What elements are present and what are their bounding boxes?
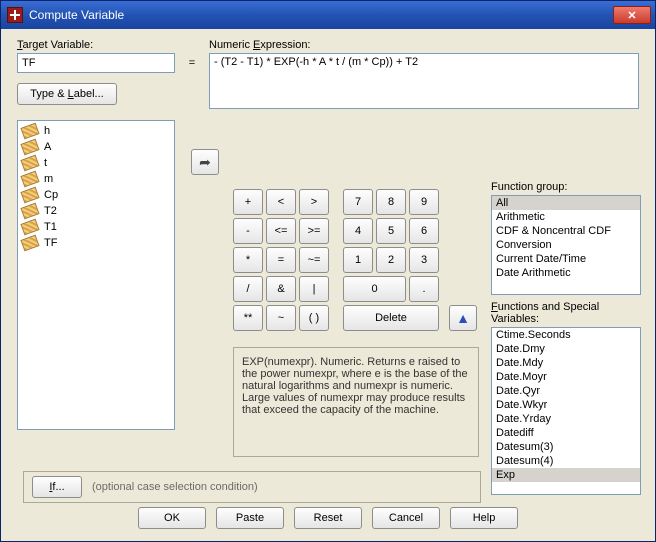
function-item[interactable]: Datesum(3)	[492, 440, 640, 454]
ruler-icon	[20, 171, 39, 188]
ruler-icon	[20, 187, 39, 204]
content: Target Variable: Type & Label... = Numer…	[1, 29, 655, 541]
keypad-key[interactable]: 1	[343, 247, 373, 273]
variable-item[interactable]: t	[20, 155, 172, 171]
target-variable-label: Target Variable:	[17, 39, 175, 51]
keypad-key[interactable]: 2	[376, 247, 406, 273]
target-variable-input[interactable]	[17, 53, 175, 73]
ruler-icon	[20, 203, 39, 220]
ruler-icon	[20, 123, 39, 140]
variable-item[interactable]: T2	[20, 203, 172, 219]
ruler-icon	[20, 219, 39, 236]
keypad-key[interactable]: 5	[376, 218, 406, 244]
variable-name: T2	[44, 205, 57, 217]
keypad: +<>789 -<=>= 456 *=~= 123 /&| 0. **~( ) Delete	[233, 189, 439, 331]
function-group-item[interactable]: Current Date/Time	[492, 252, 640, 266]
numeric-expression-label: Numeric Expression:	[209, 39, 639, 51]
type-label-button[interactable]: Type & Label...	[17, 83, 117, 105]
help-button[interactable]: Help	[450, 507, 518, 529]
keypad-key[interactable]: **	[233, 305, 263, 331]
function-item[interactable]: Date.Dmy	[492, 342, 640, 356]
equals-sign: =	[183, 39, 201, 69]
keypad-key[interactable]: <	[266, 189, 296, 215]
keypad-key[interactable]: 7	[343, 189, 373, 215]
keypad-key[interactable]: .	[409, 276, 439, 302]
keypad-key[interactable]: +	[233, 189, 263, 215]
paste-button[interactable]: Paste	[216, 507, 284, 529]
function-item[interactable]: Date.Wkyr	[492, 398, 640, 412]
close-button[interactable]: ✕	[613, 6, 651, 24]
function-item[interactable]: Ctime.Seconds	[492, 328, 640, 342]
keypad-key[interactable]: =	[266, 247, 296, 273]
function-item[interactable]: Datediff	[492, 426, 640, 440]
keypad-key[interactable]: 6	[409, 218, 439, 244]
function-group-item[interactable]: All	[492, 196, 640, 210]
move-to-expression-button[interactable]: ➦	[191, 149, 219, 175]
variable-name: h	[44, 125, 50, 137]
cancel-button[interactable]: Cancel	[372, 507, 440, 529]
keypad-key[interactable]: ( )	[299, 305, 329, 331]
keypad-key[interactable]: |	[299, 276, 329, 302]
keypad-key[interactable]: -	[233, 218, 263, 244]
if-button[interactable]: If...	[32, 476, 82, 498]
variable-name: t	[44, 157, 47, 169]
ruler-icon	[20, 235, 39, 252]
function-item[interactable]: Date.Yrday	[492, 412, 640, 426]
variable-name: A	[44, 141, 51, 153]
keypad-key[interactable]: 8	[376, 189, 406, 215]
function-item[interactable]: Date.Moyr	[492, 370, 640, 384]
function-group-item[interactable]: Date Arithmetic	[492, 266, 640, 280]
ok-button[interactable]: OK	[138, 507, 206, 529]
variable-name: Cp	[44, 189, 58, 201]
keypad-key[interactable]: 0	[343, 276, 406, 302]
keypad-key[interactable]: >	[299, 189, 329, 215]
functions-special-label: Functions and Special Variables:	[491, 301, 641, 325]
variable-name: m	[44, 173, 53, 185]
window: Compute Variable ✕ Target Variable: Type…	[0, 0, 656, 542]
keypad-key[interactable]: <=	[266, 218, 296, 244]
ruler-icon	[20, 139, 39, 156]
variable-item[interactable]: A	[20, 139, 172, 155]
app-icon	[7, 7, 23, 23]
function-item[interactable]: Date.Mdy	[492, 356, 640, 370]
reset-button[interactable]: Reset	[294, 507, 362, 529]
keypad-key[interactable]: ~=	[299, 247, 329, 273]
if-condition-text: (optional case selection condition)	[92, 481, 258, 493]
variable-name: T1	[44, 221, 57, 233]
function-item[interactable]: Exp	[492, 468, 640, 482]
variable-item[interactable]: m	[20, 171, 172, 187]
keypad-key[interactable]: Delete	[343, 305, 439, 331]
bottom-buttons: OK Paste Reset Cancel Help	[1, 507, 655, 529]
keypad-key[interactable]: 3	[409, 247, 439, 273]
keypad-key[interactable]: 9	[409, 189, 439, 215]
keypad-key[interactable]: &	[266, 276, 296, 302]
variable-item[interactable]: TF	[20, 235, 172, 251]
variable-list[interactable]: hAtm Cp T2 T1 TF	[17, 120, 175, 430]
variable-item[interactable]: h	[20, 123, 172, 139]
function-group-list[interactable]: AllArithmeticCDF & Noncentral CDFConvers…	[491, 195, 641, 295]
if-row: If... (optional case selection condition…	[23, 471, 481, 503]
function-help-text: EXP(numexpr). Numeric. Returns e raised …	[233, 347, 479, 457]
ruler-icon	[20, 155, 39, 172]
keypad-key[interactable]: >=	[299, 218, 329, 244]
function-group-item[interactable]: CDF & Noncentral CDF	[492, 224, 640, 238]
function-item[interactable]: Date.Qyr	[492, 384, 640, 398]
keypad-key[interactable]: *	[233, 247, 263, 273]
keypad-key[interactable]: 4	[343, 218, 373, 244]
variable-name: TF	[44, 237, 57, 249]
function-item[interactable]: Datesum(4)	[492, 454, 640, 468]
functions-list[interactable]: Ctime.SecondsDate.DmyDate.MdyDate.MoyrDa…	[491, 327, 641, 495]
function-group-item[interactable]: Arithmetic	[492, 210, 640, 224]
function-group-item[interactable]: Conversion	[492, 238, 640, 252]
insert-function-button[interactable]: ▲	[449, 305, 477, 331]
variable-item[interactable]: T1	[20, 219, 172, 235]
variable-item[interactable]: Cp	[20, 187, 172, 203]
window-title: Compute Variable	[29, 8, 613, 22]
numeric-expression-input[interactable]: - (T2 - T1) * EXP(-h * A * t / (m * Cp))…	[209, 53, 639, 109]
keypad-key[interactable]: /	[233, 276, 263, 302]
keypad-key[interactable]: ~	[266, 305, 296, 331]
titlebar: Compute Variable ✕	[1, 1, 655, 29]
function-group-label: Function group:	[491, 181, 641, 193]
